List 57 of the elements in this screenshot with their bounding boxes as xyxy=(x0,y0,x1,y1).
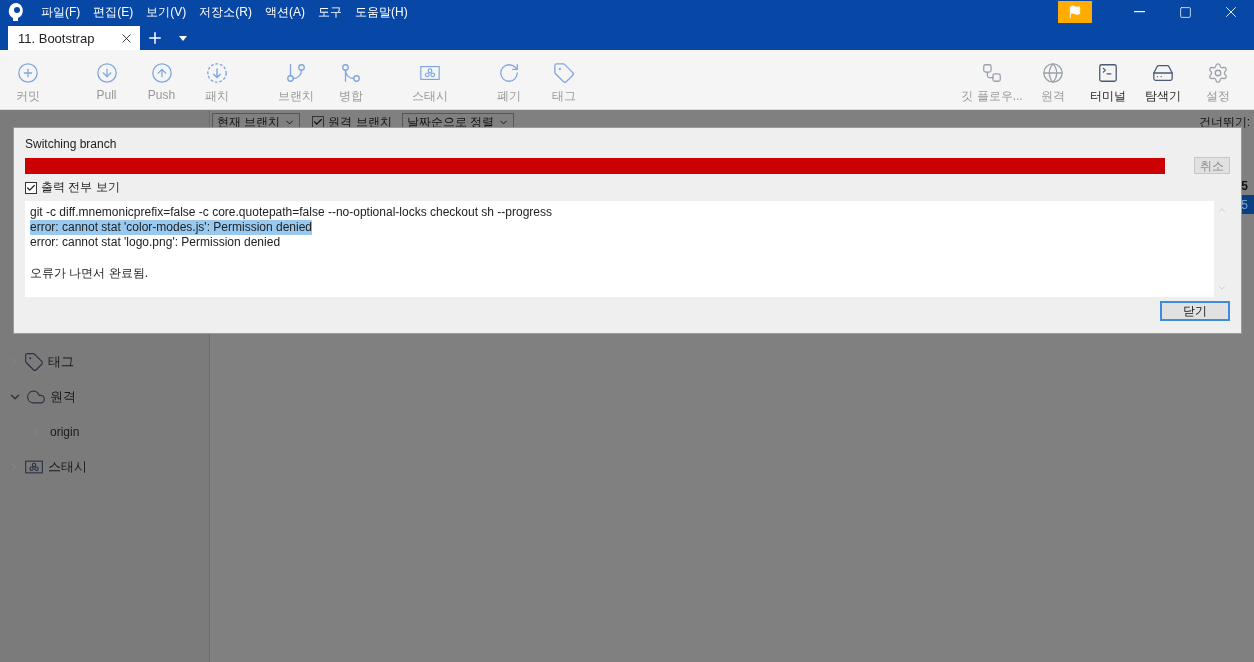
check-icon xyxy=(26,182,36,193)
menu-item[interactable]: 저장소(R) xyxy=(199,3,252,21)
maximize-icon xyxy=(1178,5,1192,19)
flag-icon xyxy=(1068,5,1082,19)
menu-item[interactable]: 도구 xyxy=(318,3,342,21)
circular-arrow-icon xyxy=(497,62,520,84)
scroll-down-icon[interactable] xyxy=(1217,283,1227,293)
menu-item[interactable]: 액션(A) xyxy=(265,3,305,21)
sidebar-item[interactable]: 태그 xyxy=(48,352,74,371)
check-icon xyxy=(313,117,324,127)
merge-icon xyxy=(339,62,362,84)
toolbar-button[interactable]: Pull xyxy=(79,50,134,109)
flow-icon xyxy=(981,62,1003,84)
menu-item[interactable]: 보기(V) xyxy=(146,3,187,21)
minimize-icon xyxy=(1133,11,1145,13)
toolbar-button[interactable]: 스태시 xyxy=(402,50,457,109)
toolbar-button[interactable]: 설정 xyxy=(1190,50,1245,109)
flag-button[interactable] xyxy=(1058,1,1092,23)
sidebar-item[interactable]: origin xyxy=(50,424,80,439)
globe-icon xyxy=(1041,62,1064,84)
toolbar-button[interactable]: 깃 플로우... xyxy=(959,50,1025,109)
new-tab-icon[interactable] xyxy=(146,29,164,47)
sidebar-item[interactable]: 스태시 xyxy=(48,457,87,476)
repository-tab[interactable]: 11. Bootstrap xyxy=(8,26,140,50)
dialog-title: Switching branch xyxy=(25,137,118,153)
toolbar-button[interactable]: 브랜치 xyxy=(268,50,323,109)
sidebar-item[interactable]: 원격 xyxy=(50,387,76,406)
down-arrow-circle-icon xyxy=(95,62,118,84)
output-line: error: cannot stat 'logo.png': Permission denied xyxy=(30,235,281,250)
scroll-up-icon[interactable] xyxy=(1217,205,1227,215)
plus-circle-icon xyxy=(16,62,39,84)
toolbar-button[interactable]: 터미널 xyxy=(1080,50,1135,109)
output-line: git -c diff.mnemonicprefix=false -c core.quotepath=false --no-optional-locks checkout sh --progress xyxy=(30,205,553,220)
toolbar-button[interactable]: Push xyxy=(134,50,189,109)
toolbar-button[interactable]: 탐색기 xyxy=(1135,50,1190,109)
close-dialog-button[interactable]: 닫기 xyxy=(1160,301,1230,321)
toolbar-button[interactable]: 패치 xyxy=(189,50,244,109)
drive-icon xyxy=(1151,62,1174,84)
checkbox-label[interactable]: 출력 전부 보기 xyxy=(41,179,120,196)
toolbar-button[interactable]: 병합 xyxy=(323,50,378,109)
up-arrow-circle-icon xyxy=(150,62,173,84)
toolbar-button[interactable]: 태그 xyxy=(536,50,591,109)
settings-icon xyxy=(1206,62,1229,84)
menu-item[interactable]: 편집(E) xyxy=(93,3,134,21)
jump-label: 건너뛰기: xyxy=(1198,113,1250,131)
terminal-icon xyxy=(1096,62,1119,84)
dropdown-icon[interactable] xyxy=(179,36,187,41)
branch-icon xyxy=(284,62,307,84)
menu-item[interactable]: 파일(F) xyxy=(41,3,81,21)
menu-item[interactable]: 도움말(H) xyxy=(355,3,408,21)
result-message: 오류가 나면서 완료됨. xyxy=(30,265,148,282)
toolbar-button[interactable]: 원격 xyxy=(1025,50,1080,109)
toolbar-button[interactable]: 커밋 xyxy=(0,50,55,109)
checkbox[interactable] xyxy=(25,181,37,194)
tag-icon xyxy=(24,351,44,372)
tag-icon xyxy=(552,62,575,84)
toolbar-button[interactable]: 폐기 xyxy=(481,50,536,109)
